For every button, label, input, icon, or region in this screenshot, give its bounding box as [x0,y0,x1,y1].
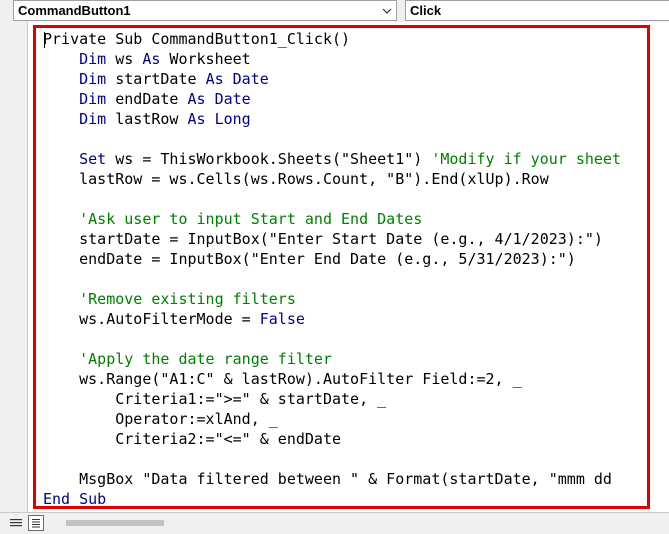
code-line[interactable]: Dim ws As Worksheet [43,49,621,69]
code-line[interactable] [43,269,621,289]
code-line[interactable]: startDate = InputBox("Enter Start Date (… [43,229,621,249]
code-keyword: Dim [79,110,107,128]
code-keyword: As [205,70,224,88]
code-token: startDate = InputBox("Enter Start Date (… [43,230,603,248]
code-line[interactable]: Dim startDate As Date [43,69,621,89]
code-line[interactable]: ws.Range("A1:C" & lastRow).AutoFilter Fi… [43,369,621,389]
code-window-statusbar [0,512,669,534]
code-token: ws = ThisWorkbook.Sheets("Sheet1") [106,150,432,168]
code-line[interactable] [43,129,621,149]
code-line[interactable]: MsgBox "Data filtered between " & Format… [43,469,621,489]
code-text[interactable]: Private Sub CommandButton1_Click() Dim w… [43,29,621,509]
code-keyword: Dim [79,70,107,88]
code-keyword: As [142,50,161,68]
code-editor[interactable]: Private Sub CommandButton1_Click() Dim w… [28,22,669,512]
code-token: startDate [106,70,206,88]
code-token: Private Sub CommandButton1_Click() [43,30,351,48]
code-line[interactable]: 'Ask user to input Start and End Dates [43,209,621,229]
code-token: ws.AutoFilterMode = [43,310,260,328]
scrollbar-thumb[interactable] [66,520,164,526]
code-line[interactable]: Criteria1:=">=" & startDate, _ [43,389,621,409]
procedure-combo[interactable]: Click [405,0,669,21]
object-combo[interactable]: CommandButton1 [13,0,397,21]
code-line[interactable]: endDate = InputBox("Enter End Date (e.g.… [43,249,621,269]
code-line[interactable] [43,189,621,209]
code-line[interactable] [43,329,621,349]
code-keyword: Long [214,110,251,128]
code-token: endDate = InputBox("Enter End Date (e.g.… [43,250,576,268]
code-line[interactable]: 'Remove existing filters [43,289,621,309]
code-token: ws [106,50,143,68]
code-token: Worksheet [160,50,251,68]
code-line[interactable]: Dim endDate As Date [43,89,621,109]
code-keyword: As [187,110,206,128]
code-token: lastRow [106,110,188,128]
code-token: Criteria1:=">=" & startDate, _ [43,390,387,408]
code-keyword: Set [79,150,107,168]
object-combo-value: CommandButton1 [18,3,131,18]
code-line[interactable]: Operator:=xlAnd, _ [43,409,621,429]
procedure-combo-value: Click [410,3,442,18]
code-keyword: As [187,90,206,108]
code-line[interactable]: Dim lastRow As Long [43,109,621,129]
code-line[interactable]: End Sub [43,489,621,509]
code-keyword: Dim [79,50,107,68]
code-keyword: Date [214,90,251,108]
code-line[interactable]: Set ws = ThisWorkbook.Sheets("Sheet1") '… [43,149,621,169]
code-keyword: Dim [79,90,107,108]
code-line[interactable]: 'Apply the date range filter [43,349,621,369]
code-token: MsgBox "Data filtered between " & Format… [43,470,612,488]
code-keyword: False [259,310,305,328]
code-token: lastRow = ws.Cells(ws.Rows.Count, "B").E… [43,170,549,188]
code-token: ws.Range("A1:C" & lastRow).AutoFilter Fi… [43,370,522,388]
full-module-view-icon[interactable] [28,515,44,531]
code-keyword: End Sub [43,490,107,508]
code-line[interactable] [43,449,621,469]
procedure-view-icon[interactable] [8,515,24,531]
code-line[interactable]: lastRow = ws.Cells(ws.Rows.Count, "B").E… [43,169,621,189]
code-comment: 'Ask user to input Start and End Dates [79,210,423,228]
code-line[interactable]: Private Sub CommandButton1_Click() [43,29,621,49]
code-keyword: Date [232,70,269,88]
code-line[interactable]: ws.AutoFilterMode = False [43,309,621,329]
code-token: endDate [106,90,188,108]
horizontal-scrollbar[interactable] [50,517,669,531]
code-comment: 'Modify if your sheet [431,150,621,168]
code-comment: 'Apply the date range filter [79,350,332,368]
chevron-down-icon[interactable] [378,1,396,20]
margin-indicator-bar[interactable] [0,22,28,512]
code-token: Criteria2:="<=" & endDate [43,430,342,448]
code-line[interactable]: Criteria2:="<=" & endDate [43,429,621,449]
code-token: Operator:=xlAnd, _ [43,410,278,428]
code-window-toolbar: CommandButton1 Click [0,0,669,22]
code-comment: 'Remove existing filters [79,290,296,308]
